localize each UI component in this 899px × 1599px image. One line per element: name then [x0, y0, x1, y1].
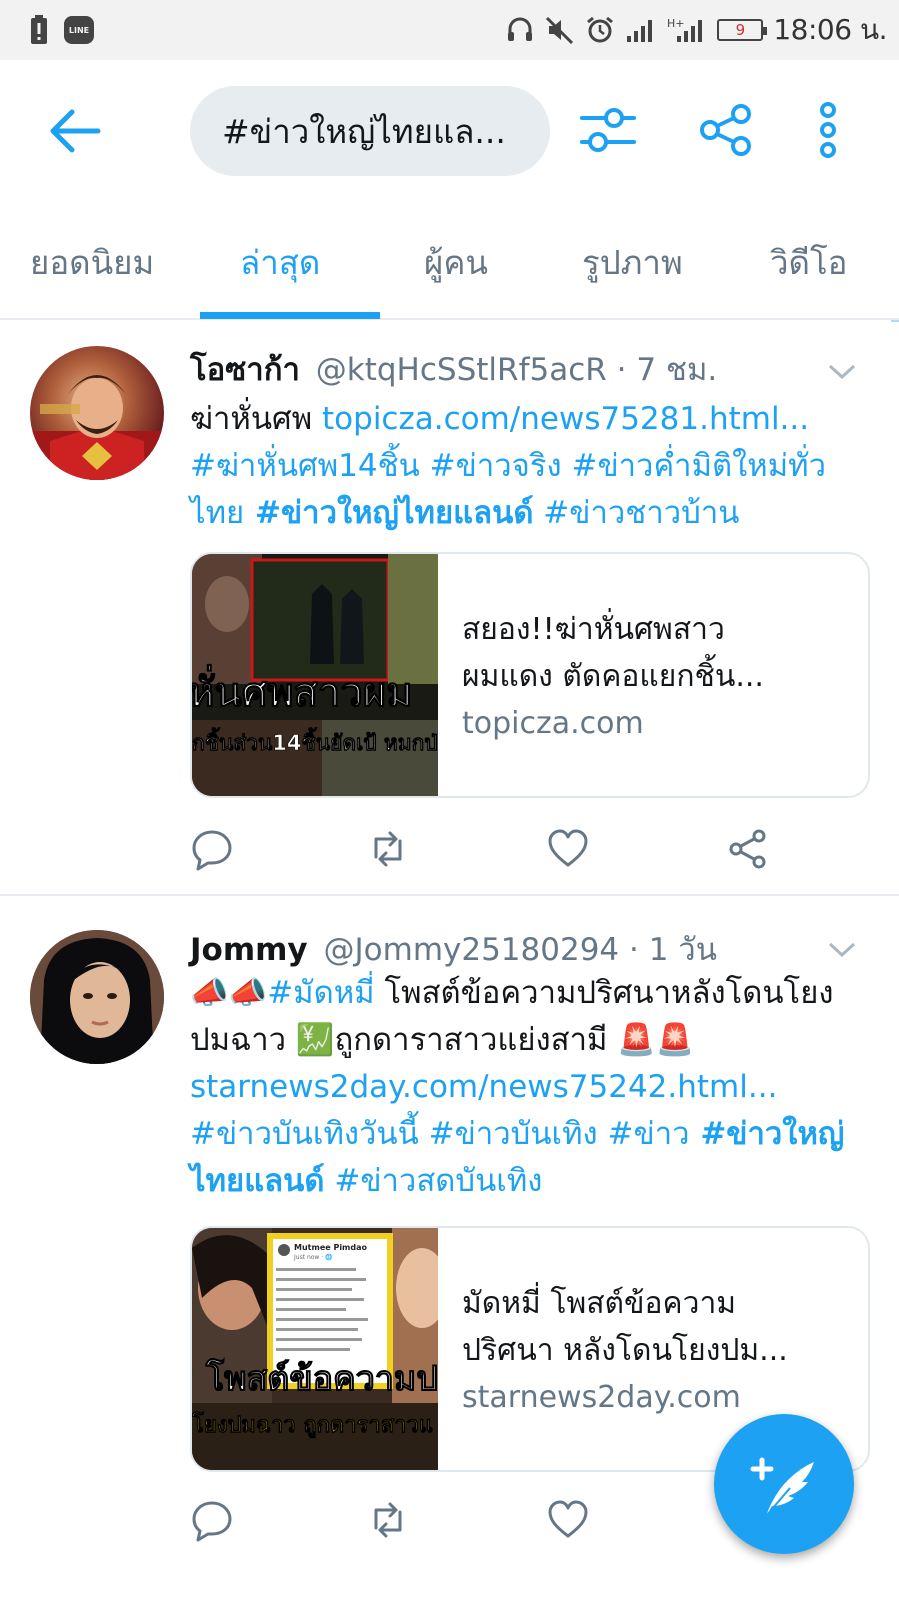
hashtag[interactable]: #มัดหมี่ [267, 975, 374, 1011]
author-handle[interactable]: @Jommy25180294 [324, 932, 620, 968]
like-heart-icon[interactable] [546, 827, 590, 871]
link-card[interactable]: หั่นศพสาวผม กชิ้นส่วน14ชิ้นยัดเป้ หมกป่ … [190, 552, 870, 798]
search-query-text: #ข่าวใหญ่ไทยแล... [222, 111, 506, 151]
avatar-portrait-icon [30, 930, 164, 1064]
back-arrow-icon[interactable] [48, 108, 102, 154]
siren-emoji-icon: 🚨🚨 [617, 1022, 695, 1058]
card-domain: starnews2day.com [462, 1380, 741, 1415]
share-icon[interactable] [696, 100, 756, 160]
card-text: สยอง!!ฆ่าหั่นศพสาว ผมแดง ตัดคอแยกชิ้น...… [462, 606, 862, 747]
megaphone-emoji-icon: 📣📣 [190, 975, 268, 1011]
chevron-down-icon[interactable] [827, 940, 857, 960]
card-thumbnail: Mutmee Pimdao Just now · 🌐 ี่ โพสต์ข้อคว… [192, 1228, 438, 1470]
battery-alert-icon [31, 15, 47, 44]
battery-indicator: 9 [717, 19, 768, 41]
author-handle[interactable]: @ktqHcSStlRf5acR [316, 352, 607, 388]
author-name[interactable]: Jommy [190, 932, 308, 968]
card-image-post-time: Just now · 🌐 [293, 1253, 333, 1261]
card-thumbnail-image: Mutmee Pimdao Just now · 🌐 ี่ โพสต์ข้อคว… [192, 1228, 438, 1470]
card-thumbnail-image: หั่นศพสาวผม กชิ้นส่วน14ชิ้นยัดเป้ หมกป่ [192, 554, 438, 796]
tweet-text: 📣📣#มัดหมี่ โพสต์ข้อความปริศนาหลังโดนโยงป… [190, 970, 870, 1205]
tweet-text-segment: ถูกดาราสาวแย่งสามี [334, 1022, 618, 1058]
tweet-text: ฆ่าหั่นศพ topicza.com/news75281.html... … [190, 396, 870, 537]
status-bar: LINE H+ 9 18:06 น. [0, 0, 899, 60]
hashtag[interactable]: #ฆ่าหั่นศพ14ชิ้น [190, 448, 420, 484]
card-text: มัดหมี่ โพสต์ข้อความ ปริศนา หลังโดนโยงปม… [462, 1280, 862, 1421]
signal-icon [627, 20, 653, 42]
tweet-time: · 1 วัน [619, 932, 717, 968]
tweet-time: · 7 ชม. [606, 352, 718, 388]
avatar[interactable] [30, 346, 164, 480]
tab-top[interactable]: ยอดนิยม [30, 236, 154, 289]
retweet-icon[interactable] [366, 1498, 410, 1542]
reply-icon[interactable] [190, 1498, 234, 1542]
alarm-icon [587, 16, 614, 43]
retweet-icon[interactable] [366, 827, 410, 871]
search-header: #ข่าวใหญ่ไทยแล... [0, 60, 899, 200]
card-thumbnail: หั่นศพสาวผม กชิ้นส่วน14ชิ้นยัดเป้ หมกป่ [192, 554, 438, 796]
card-title-line: มัดหมี่ โพสต์ข้อความ [462, 1286, 737, 1321]
hashtag[interactable]: #ข่าวจริง [420, 448, 562, 484]
headset-icon [508, 17, 533, 41]
signal-h-icon: H+ [667, 17, 703, 42]
more-vertical-icon[interactable] [798, 100, 858, 160]
hashtag[interactable]: #ข่าว [598, 1116, 690, 1152]
card-title-line: ผมแดง ตัดคอแยกชิ้น... [462, 659, 764, 694]
hashtag[interactable]: #ข่าวบันเทิงวันนี้ [190, 1116, 419, 1152]
card-title-line: สยอง!!ฆ่าหั่นศพสาว [462, 612, 725, 647]
avatar-portrait-icon [30, 375, 164, 480]
chart-emoji-icon: 💹 [295, 1022, 335, 1058]
avatar[interactable] [30, 930, 164, 1064]
tweet-actions [190, 1498, 790, 1548]
share-tweet-icon[interactable] [726, 827, 770, 871]
tweet-link[interactable]: topicza.com/news75281.html... [322, 401, 809, 437]
card-title-line: ปริศนา หลังโดนโยงปม... [462, 1333, 788, 1368]
card-image-caption: หั่นศพสาวผม [192, 664, 413, 716]
mute-icon [546, 16, 574, 45]
tab-photos[interactable]: รูปภาพ [582, 236, 683, 289]
hashtag[interactable]: #ข่าวชาวบ้าน [533, 495, 739, 531]
hashtag[interactable]: #ข่าวบันเทิง [419, 1116, 598, 1152]
tweet-actions [190, 827, 790, 877]
tweet-header: Jommy @Jommy25180294 · 1 วัน [190, 924, 717, 974]
compose-tweet-button[interactable] [714, 1414, 854, 1554]
hashtag[interactable]: #ข่าวสดบันเทิง [325, 1163, 542, 1199]
tweet[interactable]: โอซาก้า @ktqHcSStlRf5acR · 7 ชม. ฆ่าหั่น… [0, 322, 899, 892]
chevron-down-icon[interactable] [827, 362, 857, 382]
search-input[interactable]: #ข่าวใหญ่ไทยแล... [190, 86, 550, 176]
card-image-subcaption: โยงปมฉาว ถูกดาราสาวแ [192, 1411, 433, 1439]
search-tabs: ยอดนิยม ล่าสุด ผู้คน รูปภาพ วิดีโอ [0, 200, 899, 320]
filter-sliders-icon[interactable] [578, 100, 638, 160]
card-image-caption: ี่ โพสต์ข้อความป [192, 1354, 438, 1399]
card-image-post-author: Mutmee Pimdao [294, 1243, 368, 1252]
tab-latest[interactable]: ล่าสุด [240, 236, 320, 289]
tweet-header: โอซาก้า @ktqHcSStlRf5acR · 7 ชม. [190, 344, 717, 394]
tweet-link[interactable]: starnews2day.com/news75242.html... [190, 1069, 777, 1105]
tweet-text-lead: ฆ่าหั่นศพ [190, 401, 323, 437]
reply-icon[interactable] [190, 827, 234, 871]
active-tab-indicator [200, 312, 380, 319]
svg-text:H+: H+ [667, 17, 685, 30]
like-heart-icon[interactable] [546, 1498, 590, 1542]
tab-videos[interactable]: วิดีโอ [770, 236, 848, 289]
card-domain: topicza.com [462, 706, 644, 741]
hashtag-matched[interactable]: #ข่าวใหญ่ไทยแลนด์ [244, 495, 533, 531]
line-app-icon: LINE [64, 16, 94, 44]
tab-people[interactable]: ผู้คน [424, 236, 488, 289]
clock: 18:06 น. [773, 13, 887, 46]
compose-feather-icon [750, 1457, 814, 1517]
author-name[interactable]: โอซาก้า [190, 352, 300, 388]
card-image-subcaption: กชิ้นส่วน14ชิ้นยัดเป้ หมกป่ [192, 727, 438, 755]
